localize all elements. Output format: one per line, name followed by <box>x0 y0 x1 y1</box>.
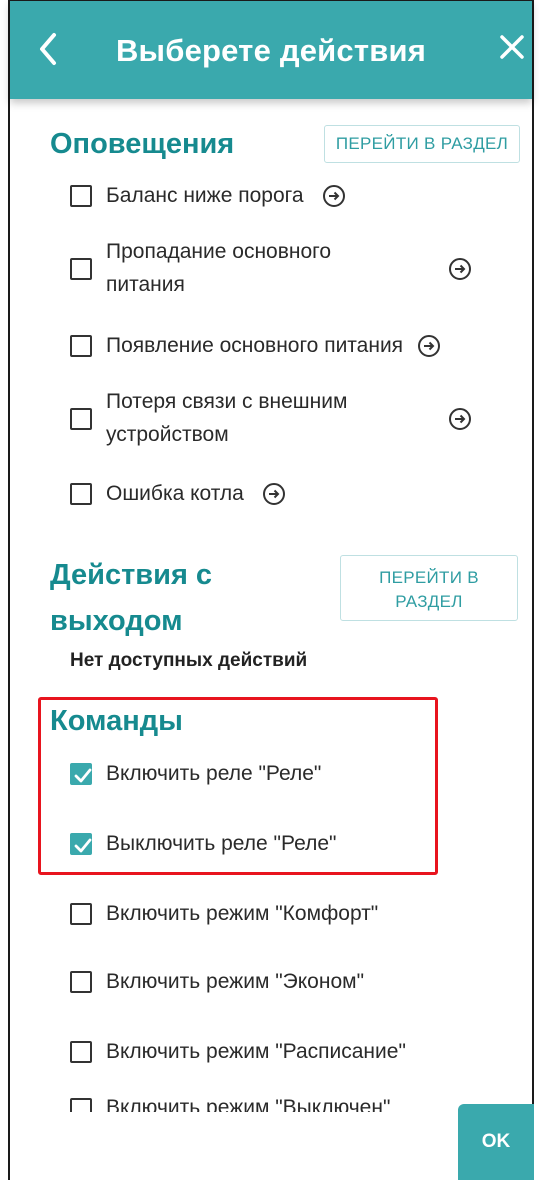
command-label: Включить режим "Эконом" <box>106 970 365 993</box>
checkbox[interactable] <box>70 407 92 430</box>
notification-label: Появление основного питания <box>106 334 404 357</box>
button-label-line: РАЗДЕЛ <box>395 592 463 611</box>
button-label-line: ПЕРЕЙТИ В <box>379 568 479 587</box>
notification-label-line: Потеря связи с внешним <box>106 390 348 413</box>
notification-label: Ошибка котла <box>106 482 244 505</box>
notification-item[interactable]: Ошибка котла <box>70 478 286 511</box>
dialog: Выберете действия Оповещения ПЕРЕЙТИ В Р… <box>8 0 534 1180</box>
output-actions-go-to-section-button[interactable]: ПЕРЕЙТИ В РАЗДЕЛ <box>340 555 518 621</box>
checkbox[interactable] <box>70 257 92 280</box>
section-title-line: выходом <box>50 605 183 637</box>
notification-label-line: Пропадание основного <box>106 240 332 263</box>
checkbox[interactable] <box>70 1098 92 1112</box>
notifications-go-to-section-button[interactable]: ПЕРЕЙТИ В РАЗДЕЛ <box>324 125 520 163</box>
checkbox[interactable] <box>70 903 92 926</box>
section-title-output-actions: Действия с выходом <box>50 552 212 644</box>
notification-label: Потеря связи с внешним устройством <box>106 386 436 451</box>
section-title-notifications: Оповещения <box>50 128 235 160</box>
notification-item[interactable]: Баланс ниже порога <box>70 180 346 213</box>
arrow-right-circle-icon[interactable] <box>448 407 472 431</box>
notification-label: Баланс ниже порога <box>106 184 304 207</box>
checkbox[interactable] <box>70 335 92 358</box>
section-title-line: Действия с <box>50 559 213 591</box>
notification-label: Пропадание основного питания <box>106 236 436 301</box>
checkbox[interactable] <box>70 185 92 208</box>
command-label: Включить режим "Выключен" <box>106 1098 391 1112</box>
command-item[interactable]: Включить режим "Расписание" <box>70 1036 406 1069</box>
close-icon <box>500 35 524 59</box>
notification-item[interactable]: Потеря связи с внешним устройством <box>70 386 520 451</box>
close-button[interactable] <box>496 31 532 67</box>
command-item[interactable]: Включить режим "Выключен" <box>70 1098 390 1112</box>
dialog-title: Выберете действия <box>115 33 427 68</box>
checkbox[interactable] <box>70 971 92 994</box>
ok-button[interactable]: OK <box>458 1104 534 1180</box>
notification-label-line: устройством <box>106 422 229 446</box>
dialog-header: Выберете действия <box>10 0 532 99</box>
arrow-right-circle-icon[interactable] <box>417 334 441 358</box>
notification-item[interactable]: Пропадание основного питания <box>70 236 520 301</box>
command-label: Включить режим "Комфорт" <box>106 902 379 925</box>
checkbox[interactable] <box>70 1041 92 1064</box>
command-item[interactable]: Включить режим "Эконом" <box>70 966 364 999</box>
notification-item[interactable]: Появление основного питания <box>70 330 441 363</box>
highlight-box <box>38 697 438 875</box>
arrow-right-circle-icon[interactable] <box>322 184 346 208</box>
checkbox[interactable] <box>70 483 92 506</box>
arrow-right-circle-icon[interactable] <box>448 257 472 281</box>
command-item[interactable]: Включить режим "Комфорт" <box>70 898 378 931</box>
command-label: Включить режим "Расписание" <box>106 1040 406 1063</box>
empty-state-text: Нет доступных действий <box>70 650 308 671</box>
notification-label-line: питания <box>106 272 185 296</box>
arrow-right-circle-icon[interactable] <box>262 482 286 506</box>
